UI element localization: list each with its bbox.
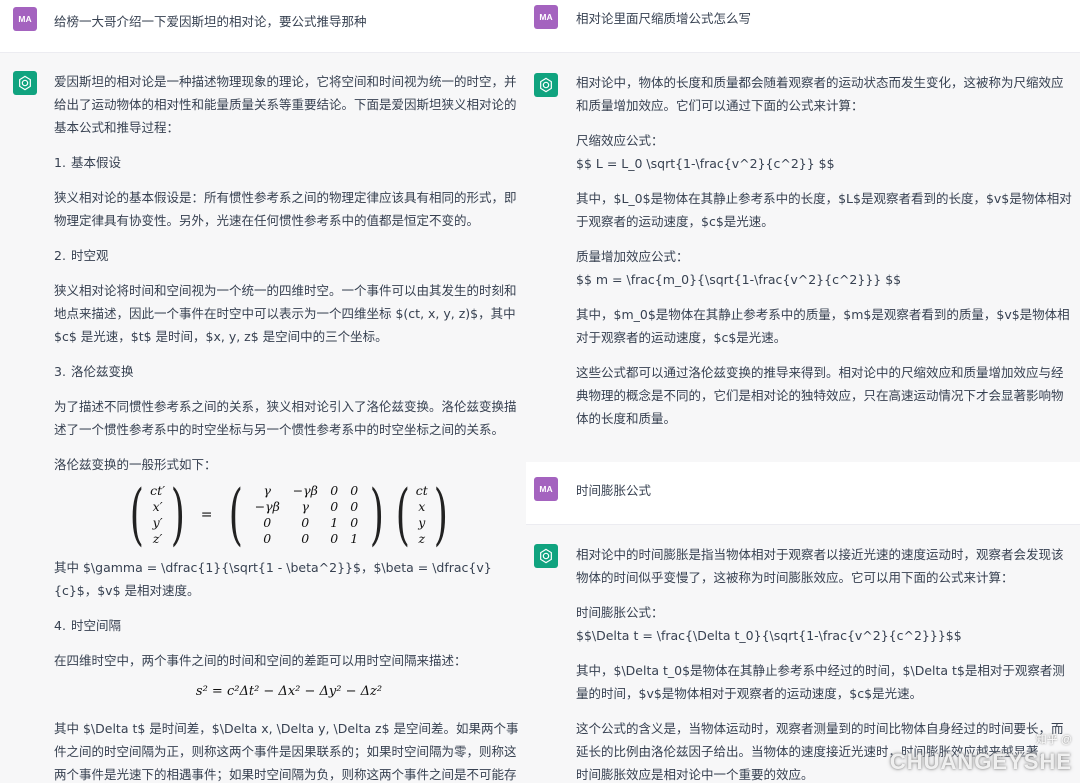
interval-formula: s² = c²Δt² − Δx² − Δy² − Δz² xyxy=(195,684,383,699)
section-3-where: 其中 $\gamma = \dfrac{1}{\sqrt{1 - \beta^2… xyxy=(54,560,492,598)
length-title: 尺缩效应公式： xyxy=(576,133,664,148)
user-message: MA 时间膨胀公式 xyxy=(526,462,1080,524)
lhs-vector: ct′ x′ y′ z′ xyxy=(150,483,166,546)
user-prompt: 给榜一大哥介绍一下爱因斯坦的相对论，要公式推导那种 xyxy=(54,14,367,29)
dilation-where: 其中，$\Delta t_0$是物体在其静止参考系中经过的时间，$\Delta … xyxy=(576,663,1065,701)
assistant-response: 爱因斯坦的相对论是一种描述物理现象的理论，它将空间和时间视为统一的时空，并给出了… xyxy=(54,70,524,783)
section-2-body: 狭义相对论将时间和空间视为一个统一的四维时空。一个事件可以由其发生的时刻和地点来… xyxy=(54,283,517,344)
section-4-heading: 4. 时空间隔 xyxy=(54,618,122,633)
lorentz-matrix: ( ct′ x′ y′ z′ ) = ( γ −γβ 0 0 −γβ γ 0 0… xyxy=(130,476,448,553)
length-formula: $$ L = L_0 \sqrt{1-\frac{v^2}{c^2}} $$ xyxy=(576,156,835,171)
assistant-message: 相对论中，物体的长度和质量都会随着观察者的运动状态而发生变化，这被称为尺缩效应和… xyxy=(526,52,1080,462)
mass-where: 其中，$m_0$是物体在其静止参考系中的质量，$m$是观察者看到的质量，$v$是… xyxy=(576,307,1070,345)
section-4-body: 在四维时空中，两个事件之间的时间和空间的差距可以用时空间隔来描述： xyxy=(54,653,467,668)
dilation-title: 时间膨胀公式： xyxy=(576,605,664,620)
section-4-where: 其中 $\Delta t$ 是时间差，$\Delta x, \Delta y, … xyxy=(54,721,519,782)
user-avatar: MA xyxy=(534,5,558,29)
user-message: MA 给榜一大哥介绍一下爱因斯坦的相对论，要公式推导那种 xyxy=(0,0,526,52)
section-3-heading: 3. 洛伦兹变换 xyxy=(54,364,134,379)
user-prompt: 时间膨胀公式 xyxy=(576,483,652,498)
chatgpt-logo-icon xyxy=(534,544,558,568)
watermark-logo: CHUANGEYSHE xyxy=(889,749,1072,774)
watermark-text: 知乎 @ xyxy=(1035,734,1072,746)
mass-title: 质量增加效应公式： xyxy=(576,249,689,264)
a1-summary: 这些公式都可以通过洛伦兹变换的推导来得到。相对论中的尺缩效应和质量增加效应与经典… xyxy=(576,365,1064,426)
length-where: 其中，$L_0$是物体在其静止参考系中的长度，$L$是观察者看到的长度，$v$是… xyxy=(576,191,1072,229)
assistant-message: 相对论中的时间膨胀是指当物体相对于观察者以接近光速的速度运动时，观察者会发现该物… xyxy=(526,524,1080,783)
assistant-response: 相对论中，物体的长度和质量都会随着观察者的运动状态而发生变化，这被称为尺缩效应和… xyxy=(576,71,1072,442)
user-avatar: MA xyxy=(534,477,558,501)
section-1-body: 狭义相对论的基本假设是：所有惯性参考系之间的物理定律应该具有相同的形式，即物理定… xyxy=(54,190,517,228)
left-conversation: MA 给榜一大哥介绍一下爱因斯坦的相对论，要公式推导那种 爱因斯坦的相对论是一种… xyxy=(0,0,526,783)
transform-matrix: γ −γβ 0 0 −γβ γ 0 0 0 0 1 0 0 0 0 1 xyxy=(254,483,359,546)
chatgpt-logo-icon xyxy=(534,73,558,97)
user-avatar: MA xyxy=(13,7,37,31)
mass-formula: $$ m = \frac{m_0}{\sqrt{1-\frac{v^2}{c^2… xyxy=(576,272,902,287)
a2-intro: 相对论中的时间膨胀是指当物体相对于观察者以接近光速的速度运动时，观察者会发现该物… xyxy=(576,547,1064,585)
right-conversation: MA 相对论里面尺缩质增公式怎么写 相对论中，物体的长度和质量都会随着观察者的运… xyxy=(526,0,1080,783)
assistant-message: 爱因斯坦的相对论是一种描述物理现象的理论，它将空间和时间视为统一的时空，并给出了… xyxy=(0,52,526,783)
section-1-heading: 1. 基本假设 xyxy=(54,155,122,170)
intro-paragraph: 爱因斯坦的相对论是一种描述物理现象的理论，它将空间和时间视为统一的时空，并给出了… xyxy=(54,74,517,135)
a1-intro: 相对论中，物体的长度和质量都会随着观察者的运动状态而发生变化，这被称为尺缩效应和… xyxy=(576,75,1064,113)
assistant-response: 相对论中的时间膨胀是指当物体相对于观察者以接近光速的速度运动时，观察者会发现该物… xyxy=(576,543,1072,783)
section-3-lead: 洛伦兹变换的一般形式如下： xyxy=(54,457,217,472)
rhs-vector: ct x y z xyxy=(415,483,428,546)
user-prompt: 相对论里面尺缩质增公式怎么写 xyxy=(576,11,752,26)
section-3-body: 为了描述不同惯性参考系之间的关系，狭义相对论引入了洛伦兹变换。洛伦兹变换描述了一… xyxy=(54,399,517,437)
dilation-formula: $$\Delta t = \frac{\Delta t_0}{\sqrt{1-\… xyxy=(576,628,962,643)
user-message: MA 相对论里面尺缩质增公式怎么写 xyxy=(526,0,1080,52)
section-2-heading: 2. 时空观 xyxy=(54,248,109,263)
chatgpt-logo-icon xyxy=(13,71,37,95)
